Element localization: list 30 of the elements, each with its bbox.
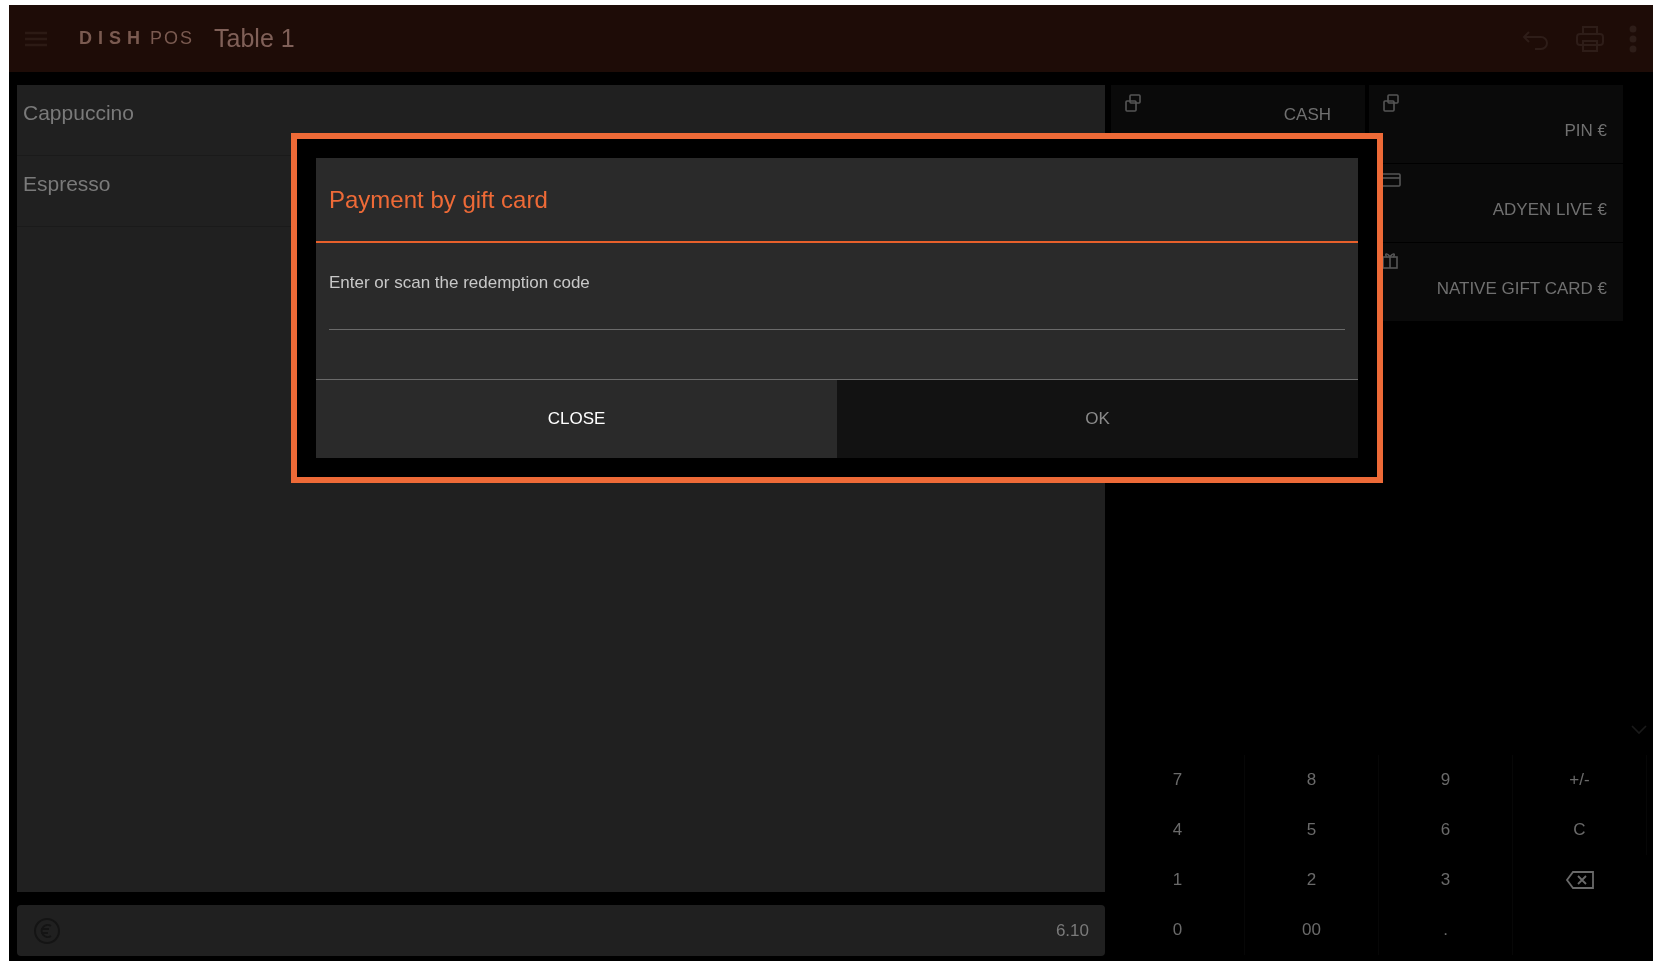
payment-method-button[interactable]: PIN € — [1369, 85, 1623, 163]
keypad-key[interactable]: 3 — [1379, 855, 1513, 905]
order-item-name[interactable]: Espresso — [23, 172, 111, 195]
keypad-key[interactable]: 2 — [1245, 855, 1379, 905]
card-icon — [1381, 172, 1401, 188]
dialog-title: Payment by gift card — [329, 184, 548, 215]
redemption-code-field[interactable]: Enter or scan the redemption code — [329, 270, 1345, 330]
keypad-key[interactable]: +/- — [1513, 755, 1647, 805]
keypad-key[interactable]: 7 — [1111, 755, 1245, 805]
keypad-key[interactable]: 6 — [1379, 805, 1513, 855]
gift-icon — [1381, 251, 1399, 269]
keypad-key[interactable]: 00 — [1245, 905, 1379, 955]
keypad-key[interactable]: 4 — [1111, 805, 1245, 855]
keypad-key[interactable]: 5 — [1245, 805, 1379, 855]
keypad-key[interactable]: 1 — [1111, 855, 1245, 905]
brand-logo-suffix: POS — [150, 27, 195, 50]
backspace-icon — [1565, 870, 1595, 890]
field-label: Enter or scan the redemption code — [329, 273, 590, 292]
cash-register-icon — [1381, 93, 1401, 113]
keypad-key[interactable]: 0 — [1111, 905, 1245, 955]
table-title: Table 1 — [214, 22, 295, 54]
cash-register-icon — [1123, 93, 1143, 113]
total-amount: 6.10 — [1055, 919, 1089, 942]
keypad-key[interactable]: 8 — [1245, 755, 1379, 805]
chevron-down-icon[interactable] — [1631, 725, 1647, 735]
keypad-key[interactable]: C — [1513, 805, 1647, 855]
order-item-name[interactable]: Cappuccino — [23, 101, 134, 124]
keypad-key[interactable]: . — [1379, 905, 1513, 955]
brand-logo: DISH — [79, 27, 146, 50]
keypad-key[interactable]: 9 — [1379, 755, 1513, 805]
